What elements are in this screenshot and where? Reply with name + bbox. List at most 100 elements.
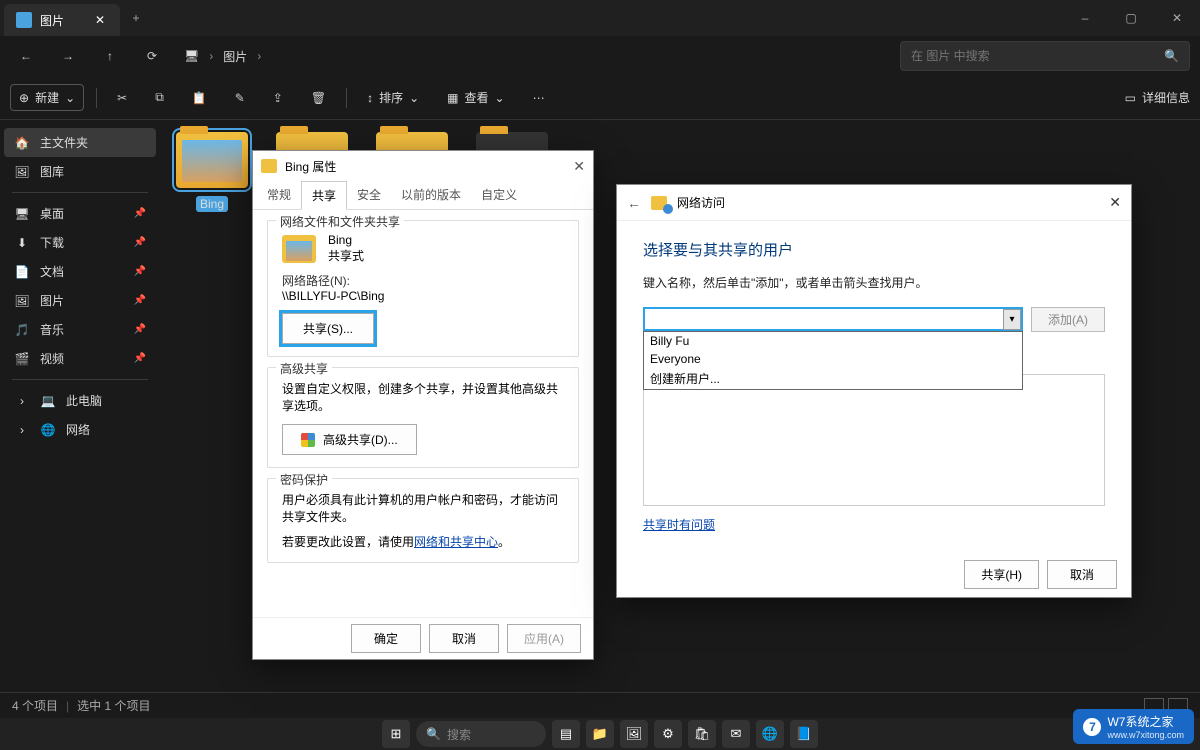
start-button[interactable]: ⊞ xyxy=(382,720,410,748)
sidebar-item-thispc[interactable]: › 💻 此电脑 xyxy=(0,386,160,415)
ok-button[interactable]: 确定 xyxy=(351,624,421,653)
tab-customize[interactable]: 自定义 xyxy=(471,181,527,209)
share-name: Bing xyxy=(328,233,364,247)
taskbar-search[interactable]: 🔍 搜索 xyxy=(416,721,546,747)
more-button[interactable]: ⋯ xyxy=(525,87,553,109)
sort-button[interactable]: ↕ 排序 ⌄ xyxy=(359,85,427,110)
watermark: 7 W7系统之家 www.w7xitong.com xyxy=(1073,709,1194,744)
taskbar-settings[interactable]: ⚙ xyxy=(654,720,682,748)
network-sharing-group: 网络文件和文件夹共享 Bing 共享式 网络路径(N): \\BILLYFU-P… xyxy=(267,220,579,357)
tab-general[interactable]: 常规 xyxy=(257,181,301,209)
new-tab-button[interactable]: + xyxy=(120,11,152,25)
password-desc-1: 用户必须具有此计算机的用户帐户和密码，才能访问共享文件夹。 xyxy=(282,491,564,525)
sidebar-item-music[interactable]: 🎵 音乐 📌 xyxy=(0,315,160,344)
folder-icon xyxy=(282,235,316,263)
paste-button[interactable]: 📋 xyxy=(184,87,215,109)
sidebar-item-videos[interactable]: 🎬 视频 📌 xyxy=(0,344,160,373)
network-icon: 🌐 xyxy=(40,422,56,438)
add-button[interactable]: 添加(A) xyxy=(1031,307,1105,332)
refresh-button[interactable]: ⟳ xyxy=(136,40,168,72)
tab-share[interactable]: 共享 xyxy=(301,181,347,210)
share-state: 共享式 xyxy=(328,247,364,264)
sidebar-item-gallery[interactable]: 🖼 图库 xyxy=(0,157,160,186)
copy-button[interactable]: ⧉ xyxy=(147,86,172,109)
close-window-button[interactable]: ✕ xyxy=(1154,0,1200,36)
sort-icon: ↕ xyxy=(367,91,373,105)
search-icon[interactable]: 🔍 xyxy=(1164,49,1179,63)
view-button[interactable]: ▦ 查看 ⌄ xyxy=(439,85,512,110)
search-input[interactable] xyxy=(911,49,1158,63)
sidebar: 🏠 主文件夹 🖼 图库 🖥 桌面 📌 ⬇ 下载 📌 📄 文档 📌 🖼 图片 📌 xyxy=(0,120,160,690)
maximize-button[interactable]: ▢ xyxy=(1108,0,1154,36)
window-controls: – ▢ ✕ xyxy=(1062,0,1200,36)
close-button[interactable]: ✕ xyxy=(573,158,585,175)
sidebar-item-network[interactable]: › 🌐 网络 xyxy=(0,415,160,444)
chevron-down-icon: ⌄ xyxy=(65,91,75,105)
tab-close-button[interactable]: ✕ xyxy=(92,13,108,27)
separator xyxy=(346,88,347,108)
search-box[interactable]: 🔍 xyxy=(900,41,1190,71)
sharing-trouble-link[interactable]: 共享时有问题 xyxy=(643,516,1105,533)
cancel-button[interactable]: 取消 xyxy=(429,624,499,653)
share-confirm-button[interactable]: 共享(H) xyxy=(964,560,1039,589)
sidebar-item-desktop[interactable]: 🖥 桌面 📌 xyxy=(0,199,160,228)
user-combo[interactable]: ▾ Billy Fu Everyone 创建新用户... xyxy=(643,307,1023,332)
close-button[interactable]: ✕ xyxy=(1109,194,1121,211)
breadcrumb[interactable]: 🖥 › 图片 › xyxy=(184,48,261,65)
up-button[interactable]: ↑ xyxy=(94,40,126,72)
properties-dialog: Bing 属性 ✕ 常规 共享 安全 以前的版本 自定义 网络文件和文件夹共享 … xyxy=(252,150,594,660)
tab-previous-versions[interactable]: 以前的版本 xyxy=(391,181,471,209)
details-button[interactable]: ▭ 详细信息 xyxy=(1125,89,1190,106)
window-tab[interactable]: 图片 ✕ xyxy=(4,4,120,36)
network-sharing-center-link[interactable]: 网络和共享中心 xyxy=(414,535,498,549)
user-list[interactable] xyxy=(643,374,1105,506)
downloads-icon: ⬇ xyxy=(14,235,30,251)
shield-icon xyxy=(301,433,315,447)
cancel-button[interactable]: 取消 xyxy=(1047,560,1117,589)
command-bar: ⊕ 新建 ⌄ ✂ ⧉ 📋 ✎ ⇪ 🗑 ↕ 排序 ⌄ ▦ 查看 ⌄ ⋯ ▭ 详细信… xyxy=(0,76,1200,120)
gallery-icon: 🖼 xyxy=(14,164,30,180)
dropdown-arrow-button[interactable]: ▾ xyxy=(1003,309,1021,330)
tab-security[interactable]: 安全 xyxy=(347,181,391,209)
new-button[interactable]: ⊕ 新建 ⌄ xyxy=(10,84,84,111)
share-button[interactable]: 共享(S)... xyxy=(282,313,374,344)
dropdown-option[interactable]: Billy Fu xyxy=(644,332,1022,350)
dropdown-option[interactable]: Everyone xyxy=(644,350,1022,368)
taskbar: ⊞ 🔍 搜索 ▤ 📁 🖼 ⚙ 🛍 ✉ 🌐 📘 ˄ 英 拼 xyxy=(0,718,1200,750)
forward-button[interactable]: → xyxy=(52,40,84,72)
share-button[interactable]: ⇪ xyxy=(265,87,291,109)
advanced-share-button[interactable]: 高级共享(D)... xyxy=(282,424,417,455)
taskbar-edge[interactable]: 🌐 xyxy=(756,720,784,748)
wizard-title: 网络访问 xyxy=(677,194,725,211)
apply-button[interactable]: 应用(A) xyxy=(507,624,581,653)
minimize-button[interactable]: – xyxy=(1062,0,1108,36)
pin-icon: 📌 xyxy=(134,295,146,306)
taskbar-store[interactable]: 🛍 xyxy=(688,720,716,748)
taskbar-mail[interactable]: ✉ xyxy=(722,720,750,748)
taskbar-explorer[interactable]: 📁 xyxy=(586,720,614,748)
sidebar-item-pictures[interactable]: 🖼 图片 📌 xyxy=(0,286,160,315)
folder-tile-bing[interactable]: Bing xyxy=(172,132,252,678)
thispc-icon: 💻 xyxy=(40,393,56,409)
cut-button[interactable]: ✂ xyxy=(109,87,135,109)
network-path-label: 网络路径(N): xyxy=(282,272,564,289)
delete-button[interactable]: 🗑 xyxy=(303,87,334,109)
taskview-button[interactable]: ▤ xyxy=(552,720,580,748)
dropdown-option[interactable]: 创建新用户... xyxy=(644,368,1022,389)
wizard-header[interactable]: ← 网络访问 ✕ xyxy=(617,185,1131,221)
back-button[interactable]: ← xyxy=(627,195,641,211)
properties-titlebar[interactable]: Bing 属性 ✕ xyxy=(253,151,593,181)
breadcrumb-folder[interactable]: 图片 xyxy=(223,48,247,65)
taskbar-photos[interactable]: 🖼 xyxy=(620,720,648,748)
rename-button[interactable]: ✎ xyxy=(227,87,253,109)
wizard-heading: 选择要与其共享的用户 xyxy=(643,239,1105,260)
user-input[interactable] xyxy=(643,307,1023,331)
sidebar-item-documents[interactable]: 📄 文档 📌 xyxy=(0,257,160,286)
documents-icon: 📄 xyxy=(14,264,30,280)
properties-title: Bing 属性 xyxy=(285,158,336,175)
pin-icon: 📌 xyxy=(134,237,146,248)
back-button[interactable]: ← xyxy=(10,40,42,72)
sidebar-item-home[interactable]: 🏠 主文件夹 xyxy=(4,128,156,157)
sidebar-item-downloads[interactable]: ⬇ 下载 📌 xyxy=(0,228,160,257)
taskbar-word[interactable]: 📘 xyxy=(790,720,818,748)
